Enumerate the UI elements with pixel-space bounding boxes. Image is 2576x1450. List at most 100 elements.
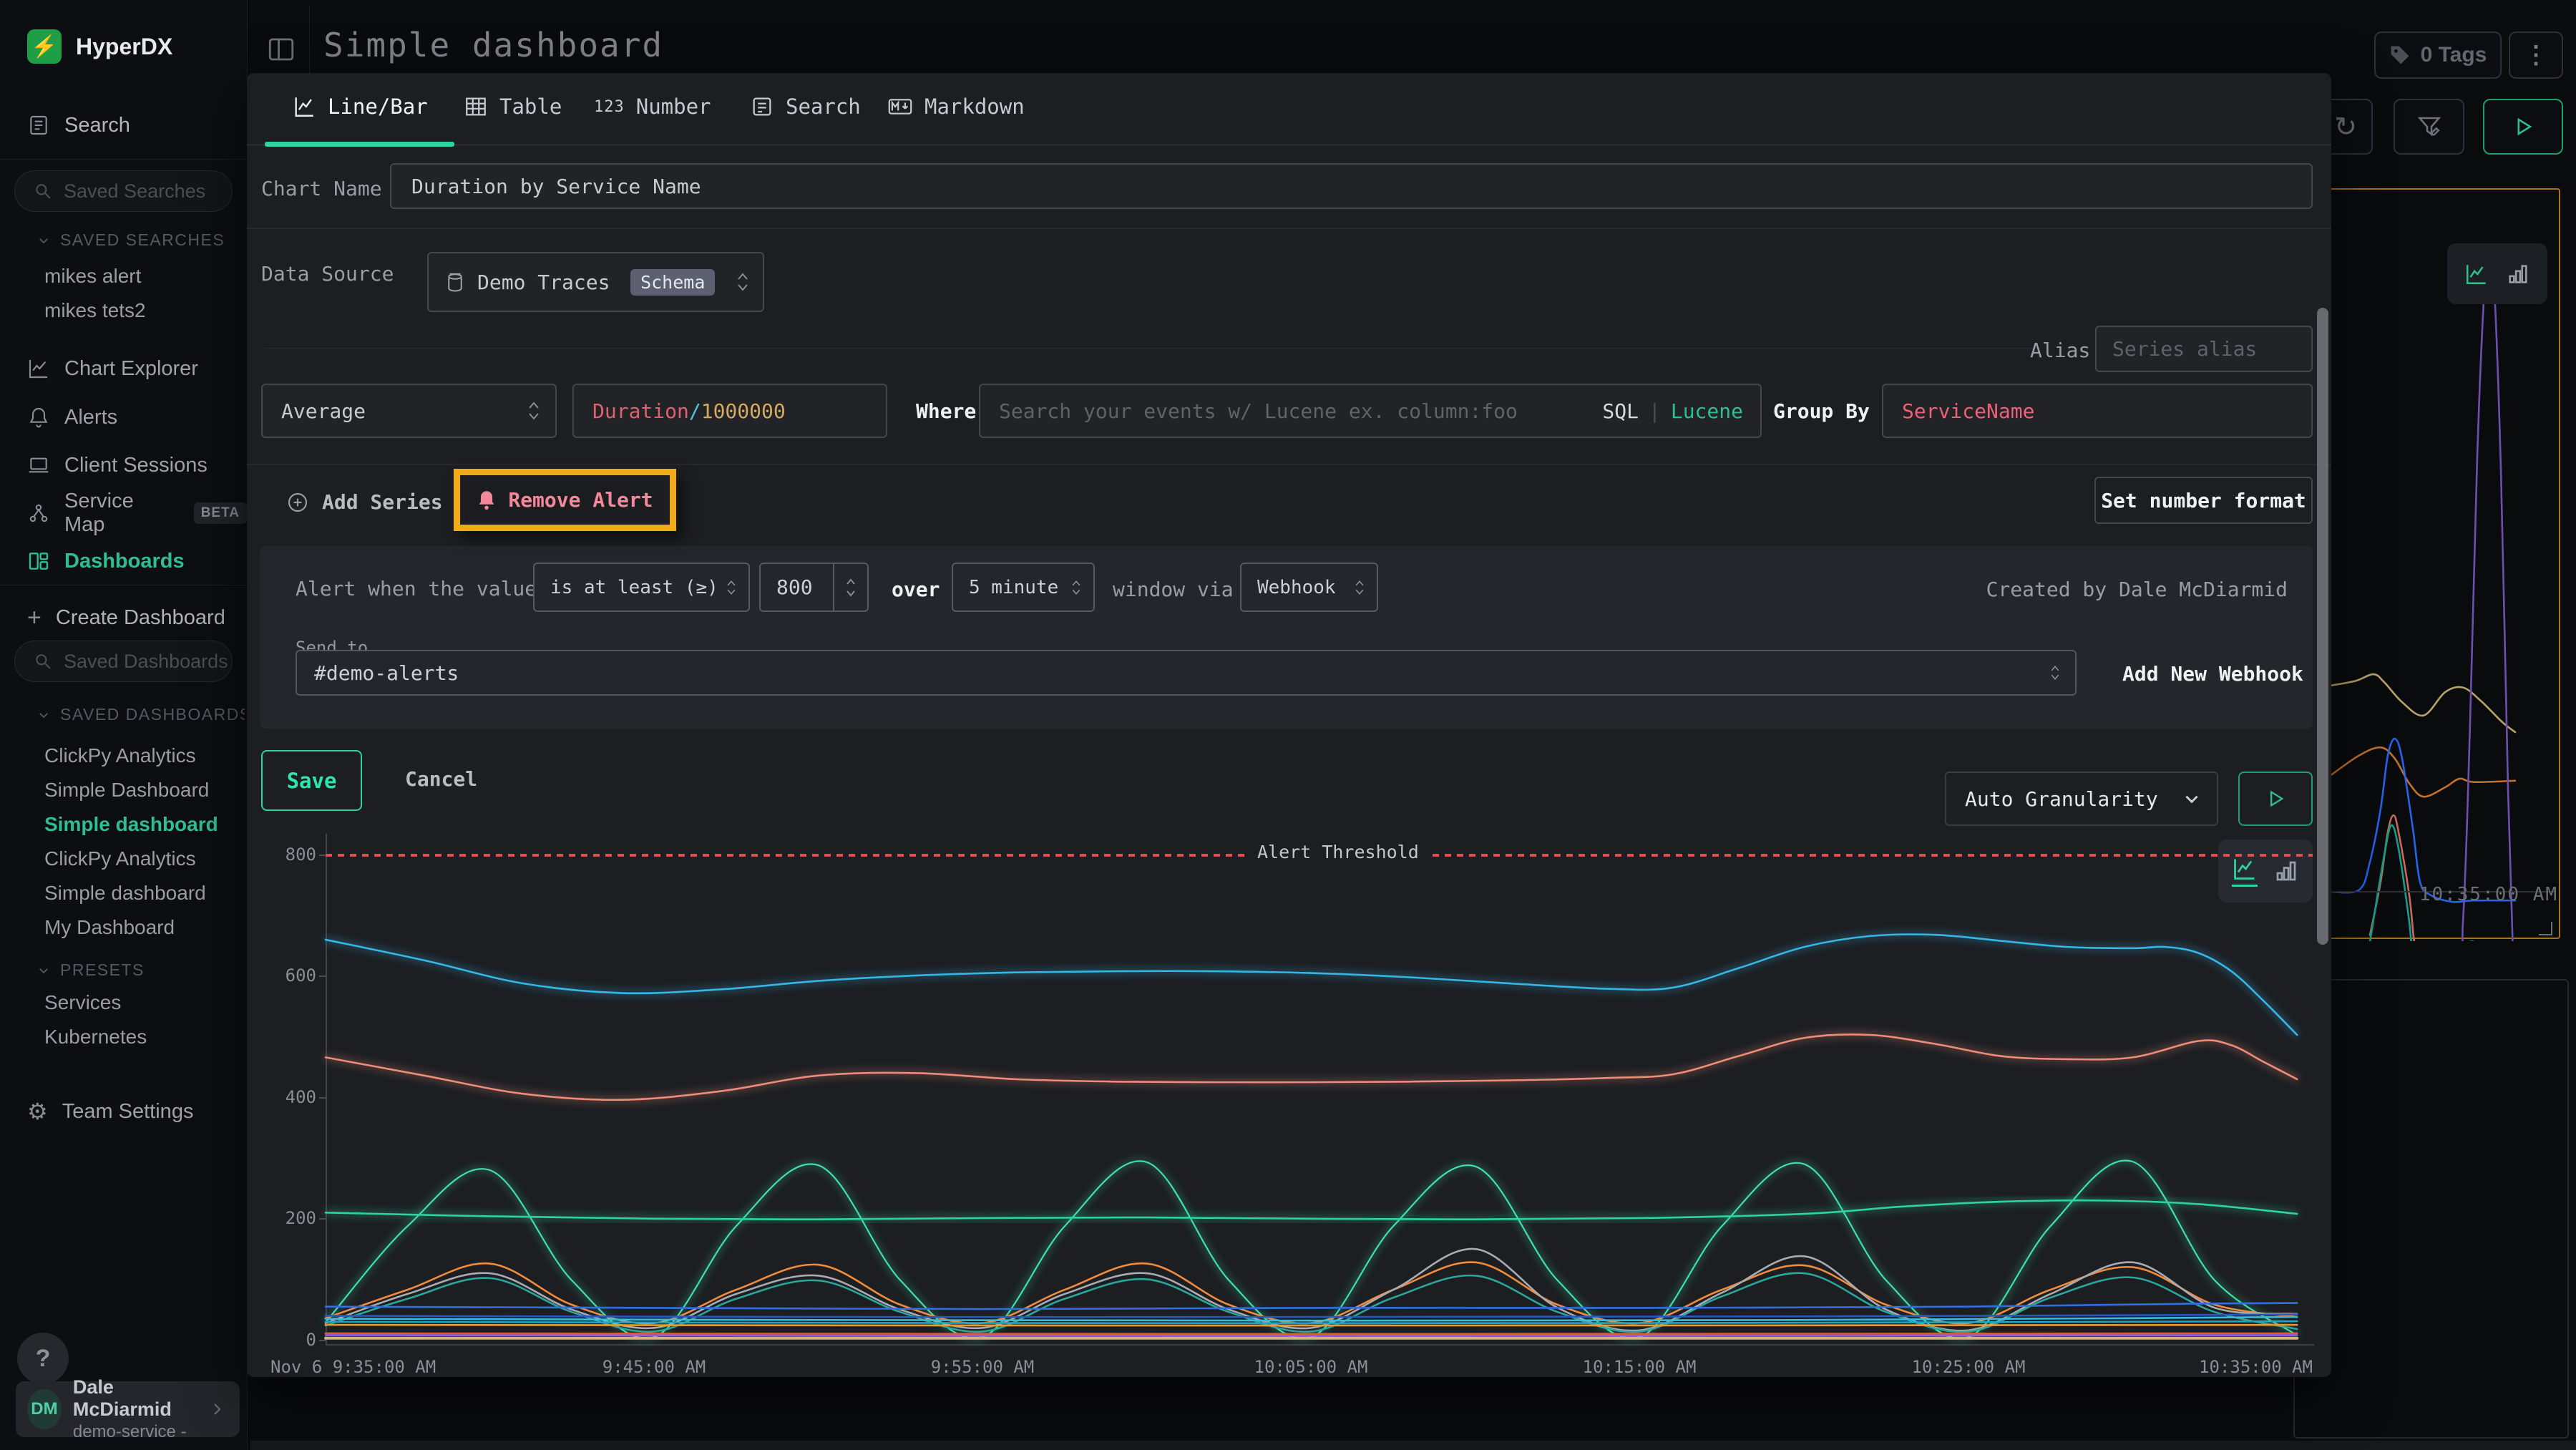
modal-scrollbar[interactable] [2317,308,2328,945]
field-expression-input[interactable]: Duration/1000000 [572,384,887,438]
search-list-icon [750,94,774,119]
tab-number[interactable]: 123 Number [594,94,711,119]
sidebar-item-client-sessions[interactable]: Client Sessions [0,447,247,483]
chevron-updown-icon [726,578,737,598]
background-time-label: 10:35:00 AM [2419,884,2558,905]
line-chart-icon[interactable] [2464,262,2489,286]
sidebar-item-service-map[interactable]: Service Map BETA [0,495,247,531]
tab-markdown[interactable]: Markdown [887,94,1025,119]
gear-icon: ⚙ [27,1098,48,1125]
cancel-button[interactable]: Cancel [405,767,477,791]
brand[interactable]: ⚡ HyperDX [0,25,247,68]
sidebar-item-chart-explorer[interactable]: Chart Explorer [0,351,247,386]
tab-search[interactable]: Search [750,94,861,119]
chart-series-green-flat [326,1200,2297,1219]
group-by-input[interactable]: ServiceName [1882,384,2313,438]
saved-dashboard-item[interactable]: Simple Dashboard [44,779,209,802]
where-label: Where [916,399,976,423]
preset-item-services[interactable]: Services [44,991,121,1014]
chart-name-input[interactable]: Duration by Service Name [390,163,2313,209]
saved-searches-input[interactable]: Saved Searches [14,170,233,212]
header-divider [309,6,310,73]
alert-threshold-input[interactable]: 800 [759,563,869,612]
sidebar-item-dashboards[interactable]: Dashboards [0,543,247,579]
saved-dashboard-item[interactable]: ClickPy Analytics [44,847,196,870]
add-webhook-button[interactable]: Add New Webhook [2122,662,2303,686]
granularity-select[interactable]: Auto Granularity [1945,772,2218,826]
sidebar-divider [0,159,247,160]
number-stepper[interactable] [833,564,867,610]
chart-series-orangered-flat [326,1333,2297,1334]
save-button[interactable]: Save [261,750,362,811]
send-to-select[interactable]: #demo-alerts [296,650,2077,696]
alert-window-select[interactable]: 5 minute [952,563,1095,612]
chart-name-label: Chart Name [261,177,382,200]
field-slash: / [689,399,701,423]
dashboard-bottom-edge [250,1441,2576,1450]
background-chart-type-toggle[interactable] [2447,243,2547,304]
help-button[interactable]: ? [17,1333,69,1384]
saved-search-item[interactable]: mikes tets2 [44,299,146,322]
lang-sql-toggle[interactable]: SQL [1602,399,1639,423]
saved-dashboards-header[interactable]: SAVED DASHBOARDS [37,705,245,724]
create-dashboard-button[interactable]: + Create Dashboard [0,600,247,636]
y-tick: 200 [273,1208,316,1228]
search-icon [34,182,52,200]
saved-search-item[interactable]: mikes alert [44,265,141,288]
alert-condition-select[interactable]: is at least (≥) [533,563,750,612]
kebab-menu-button[interactable]: ⋮ [2509,31,2563,79]
run-chart-button[interactable] [2238,772,2313,826]
chart-series-orange-wave [326,1262,2297,1324]
section-divider [247,464,2331,465]
add-series-button[interactable]: Add Series [286,490,443,514]
filter-button[interactable] [2394,99,2464,155]
chart-series-blue-flat-2 [326,1315,2297,1318]
chart-series-khaki [2331,674,2515,732]
sidebar-item-team-settings[interactable]: ⚙ Team Settings [0,1094,247,1129]
refresh-icon: ↻ [2334,111,2357,143]
alert-channel-select[interactable]: Webhook [1240,563,1378,612]
dashboards-grid-icon [27,550,50,573]
service-map-icon [27,502,50,525]
remove-alert-button[interactable]: Remove Alert [465,480,665,520]
sidebar-item-search[interactable]: Search [0,107,247,143]
user-org: demo-service - [73,1422,197,1442]
saved-dashboard-item[interactable]: ClickPy Analytics [44,744,196,767]
bell-icon [27,406,50,429]
tab-table[interactable]: Table [464,94,562,119]
page-title[interactable]: Simple dashboard [323,26,663,64]
saved-dashboard-item[interactable]: Simple dashboard [44,882,206,905]
series-alias-input[interactable]: Series alias [2095,326,2313,372]
alert-config-panel: Alert when the value is at least (≥) 800… [260,546,2313,729]
presets-header[interactable]: PRESETS [37,960,245,980]
preset-item-kubernetes[interactable]: Kubernetes [44,1026,147,1048]
run-query-button[interactable] [2483,99,2563,155]
chevron-down-icon [37,964,50,977]
alias-connector [265,348,2039,349]
resize-handle-icon[interactable] [2537,920,2553,936]
data-source-select[interactable]: Demo Traces Schema [427,252,764,312]
bar-chart-icon[interactable] [2506,262,2530,286]
tags-button[interactable]: 0 Tags [2374,31,2502,79]
panel-collapse-icon[interactable] [266,34,296,64]
sidebar-item-alerts[interactable]: Alerts [0,399,247,435]
saved-dashboard-item-current[interactable]: Simple dashboard [44,813,218,836]
saved-dashboard-item[interactable]: My Dashboard [44,916,175,939]
schema-badge[interactable]: Schema [630,269,715,296]
set-number-format-button[interactable]: Set number format [2094,477,2313,524]
tab-line-bar[interactable]: Line/Bar [292,94,428,119]
chart-series-orange [2331,747,2515,797]
field-name: Duration [592,399,689,423]
hyperdx-logo-icon: ⚡ [27,29,62,64]
created-by-label: Created by Dale McDiarmid [1986,578,2288,601]
lang-lucene-toggle[interactable]: Lucene [1671,399,1743,423]
play-icon [2265,789,2285,809]
saved-searches-header[interactable]: SAVED SEARCHES [37,230,245,250]
saved-dashboards-input[interactable]: Saved Dashboards [14,641,233,682]
chart-series-salmon [326,1034,2297,1099]
x-tick: 10:15:00 AM [1561,1357,1718,1377]
aggregation-select[interactable]: Average [261,384,557,438]
chart-series-blue-spike [2331,739,2515,902]
where-search-input[interactable]: Search your events w/ Lucene ex. column:… [979,384,1762,438]
user-card[interactable]: DM Dale McDiarmid demo-service - [16,1381,240,1437]
